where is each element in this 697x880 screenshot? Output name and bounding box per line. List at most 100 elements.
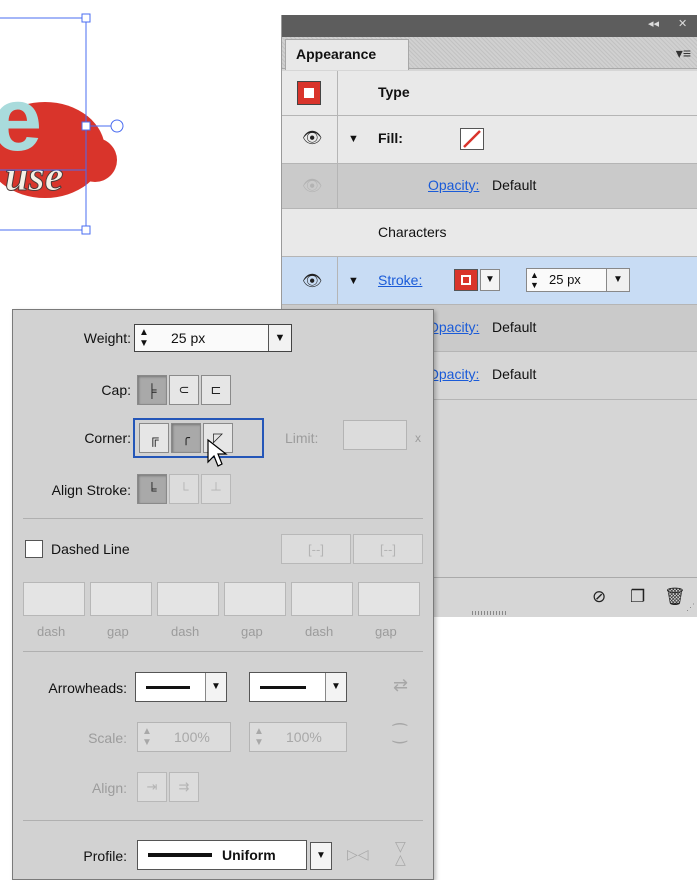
dash-label: dash bbox=[305, 624, 334, 639]
cap-label: Cap: bbox=[101, 382, 131, 398]
artwork-canvas: e use bbox=[0, 13, 124, 235]
start-arrowhead-dropdown[interactable]: ▼ bbox=[135, 672, 227, 702]
arrow-place-icon: ⇉ bbox=[178, 779, 190, 794]
fill-none-swatch[interactable] bbox=[460, 128, 484, 150]
gap-field-3[interactable] bbox=[358, 582, 420, 616]
start-scale-field[interactable]: ▲ ▼ 100% bbox=[137, 722, 231, 752]
projecting-cap-button[interactable]: ⊏ bbox=[201, 375, 231, 405]
butt-cap-button[interactable]: ╞ bbox=[137, 375, 167, 405]
visibility-eye-icon[interactable]: 👁 bbox=[302, 176, 322, 196]
tab-appearance[interactable]: Appearance bbox=[285, 39, 409, 70]
arrow-extend-icon: ⇥ bbox=[146, 779, 158, 794]
align-stroke-buttons: ╘ └ ┴ bbox=[137, 474, 233, 504]
link-scale-icon[interactable]: ⁐ bbox=[393, 724, 407, 744]
projecting-cap-icon: ⊏ bbox=[210, 382, 222, 397]
gap-field-2[interactable] bbox=[224, 582, 286, 616]
align-inside-icon: └ bbox=[179, 481, 189, 497]
stroke-color-dropdown[interactable]: ▼ bbox=[480, 269, 500, 291]
round-join-icon: ╭ bbox=[182, 430, 190, 445]
visibility-eye-icon[interactable]: 👁 bbox=[302, 128, 322, 148]
gap-label: gap bbox=[107, 624, 129, 639]
stroke-color-swatch[interactable] bbox=[454, 269, 478, 291]
profile-dropdown-arrow[interactable]: ▼ bbox=[310, 842, 332, 870]
opacity-value: Default bbox=[492, 366, 537, 382]
dash-label: dash bbox=[171, 624, 200, 639]
profile-dropdown[interactable]: Uniform bbox=[137, 840, 307, 870]
panel-titlebar[interactable]: ◂◂ ✕ bbox=[282, 15, 697, 37]
disclosure-triangle-icon[interactable]: ▼ bbox=[348, 275, 359, 287]
panel-menu-icon[interactable]: ▾≡ bbox=[676, 45, 691, 62]
align-dashes-button[interactable]: [‐‐] bbox=[353, 534, 423, 564]
separator bbox=[23, 820, 423, 821]
opacity-value: Default bbox=[492, 319, 537, 335]
collapse-icon[interactable]: ◂◂ bbox=[648, 17, 659, 30]
spin-arrows-icon[interactable]: ▲ ▼ bbox=[142, 726, 152, 748]
preserve-dashes-icon: [‐‐] bbox=[308, 541, 324, 557]
disclosure-triangle-icon[interactable]: ▼ bbox=[348, 133, 359, 145]
align-label: Align: bbox=[91, 780, 127, 796]
round-cap-button[interactable]: ⊂ bbox=[169, 375, 199, 405]
close-icon[interactable]: ✕ bbox=[678, 17, 687, 30]
spin-arrows-icon[interactable]: ▲ ▼ bbox=[139, 327, 149, 349]
dash-field-3[interactable] bbox=[291, 582, 353, 616]
align-center-icon: ╘ bbox=[147, 481, 157, 497]
arrow-align-buttons: ⇥ ⇉ bbox=[137, 772, 201, 802]
separator bbox=[23, 651, 423, 652]
opacity-link[interactable]: Opacity: bbox=[428, 319, 479, 335]
stroke-weight-field[interactable]: ▲ ▼ 25 px ▼ bbox=[526, 268, 630, 292]
limit-field[interactable] bbox=[343, 420, 407, 450]
flip-along-icon[interactable]: ▷◁ bbox=[347, 846, 369, 863]
weight-dropdown[interactable]: ▼ bbox=[268, 325, 291, 351]
miter-join-icon: ╔ bbox=[149, 430, 159, 446]
swap-arrowheads-icon[interactable]: ⇄ bbox=[393, 675, 408, 696]
dashed-line-checkbox[interactable] bbox=[25, 540, 43, 558]
visibility-eye-icon[interactable]: 👁 bbox=[302, 271, 322, 291]
spin-arrows-icon[interactable]: ▲ ▼ bbox=[254, 726, 264, 748]
fill-opacity-row[interactable]: 👁 Opacity: Default bbox=[282, 164, 697, 209]
flip-across-icon[interactable]: ▽ △ bbox=[395, 839, 406, 866]
duplicate-item-icon[interactable]: ❐ bbox=[630, 587, 645, 607]
align-outside-button[interactable]: ┴ bbox=[201, 474, 231, 504]
align-center-button[interactable]: ╘ bbox=[137, 474, 167, 504]
fill-label: Fill: bbox=[378, 130, 403, 146]
eye-column: 👁 bbox=[282, 164, 338, 208]
arrowheads-label: Arrowheads: bbox=[48, 680, 127, 696]
trash-icon[interactable]: 🗑 bbox=[664, 587, 686, 607]
resize-grip-icon[interactable]: ⋰ bbox=[686, 602, 695, 613]
scroll-grip[interactable] bbox=[472, 611, 508, 615]
gap-label: gap bbox=[375, 624, 397, 639]
stroke-link[interactable]: Stroke: bbox=[378, 272, 422, 288]
appearance-type-row[interactable]: Type bbox=[282, 71, 697, 116]
weight-label: Weight: bbox=[83, 330, 131, 346]
dash-alignment-buttons: [‐‐] [‐‐] bbox=[281, 534, 425, 564]
dash-field-2[interactable] bbox=[157, 582, 219, 616]
arrow-place-button[interactable]: ⇉ bbox=[169, 772, 199, 802]
eye-column: 👁 bbox=[282, 257, 338, 304]
opacity-link[interactable]: Opacity: bbox=[428, 177, 479, 193]
end-arrowhead-dropdown[interactable]: ▼ bbox=[249, 672, 347, 702]
stroke-weight-dropdown[interactable]: ▼ bbox=[606, 269, 629, 291]
stroke-row[interactable]: 👁 ▼ Stroke: ▼ ▲ ▼ 25 px ▼ bbox=[282, 257, 697, 305]
characters-row[interactable]: Characters bbox=[282, 209, 697, 257]
separator bbox=[23, 518, 423, 519]
align-inside-button[interactable]: └ bbox=[169, 474, 199, 504]
miter-join-button[interactable]: ╔ bbox=[139, 423, 169, 453]
gap-field-1[interactable] bbox=[90, 582, 152, 616]
fill-row[interactable]: 👁 ▼ Fill: bbox=[282, 116, 697, 164]
dash-label: dash bbox=[37, 624, 66, 639]
end-scale-field[interactable]: ▲ ▼ 100% bbox=[249, 722, 347, 752]
scale-label: Scale: bbox=[88, 730, 127, 746]
mouse-cursor-icon bbox=[207, 438, 228, 467]
clear-appearance-icon[interactable]: ⊘ bbox=[592, 587, 606, 607]
dash-field-1[interactable] bbox=[23, 582, 85, 616]
opacity-link[interactable]: Opacity: bbox=[428, 366, 479, 382]
weight-field[interactable]: ▲ ▼ 25 px ▼ bbox=[134, 324, 292, 352]
round-join-button[interactable]: ╭ bbox=[171, 423, 201, 453]
limit-label: Limit: bbox=[285, 430, 319, 446]
arrow-extend-button[interactable]: ⇥ bbox=[137, 772, 167, 802]
preserve-dashes-button[interactable]: [‐‐] bbox=[281, 534, 351, 564]
logo-artwork: e use bbox=[0, 70, 117, 201]
type-thumbnail-icon bbox=[297, 81, 321, 105]
gap-label: gap bbox=[241, 624, 263, 639]
spin-arrows-icon[interactable]: ▲ ▼ bbox=[530, 270, 539, 290]
